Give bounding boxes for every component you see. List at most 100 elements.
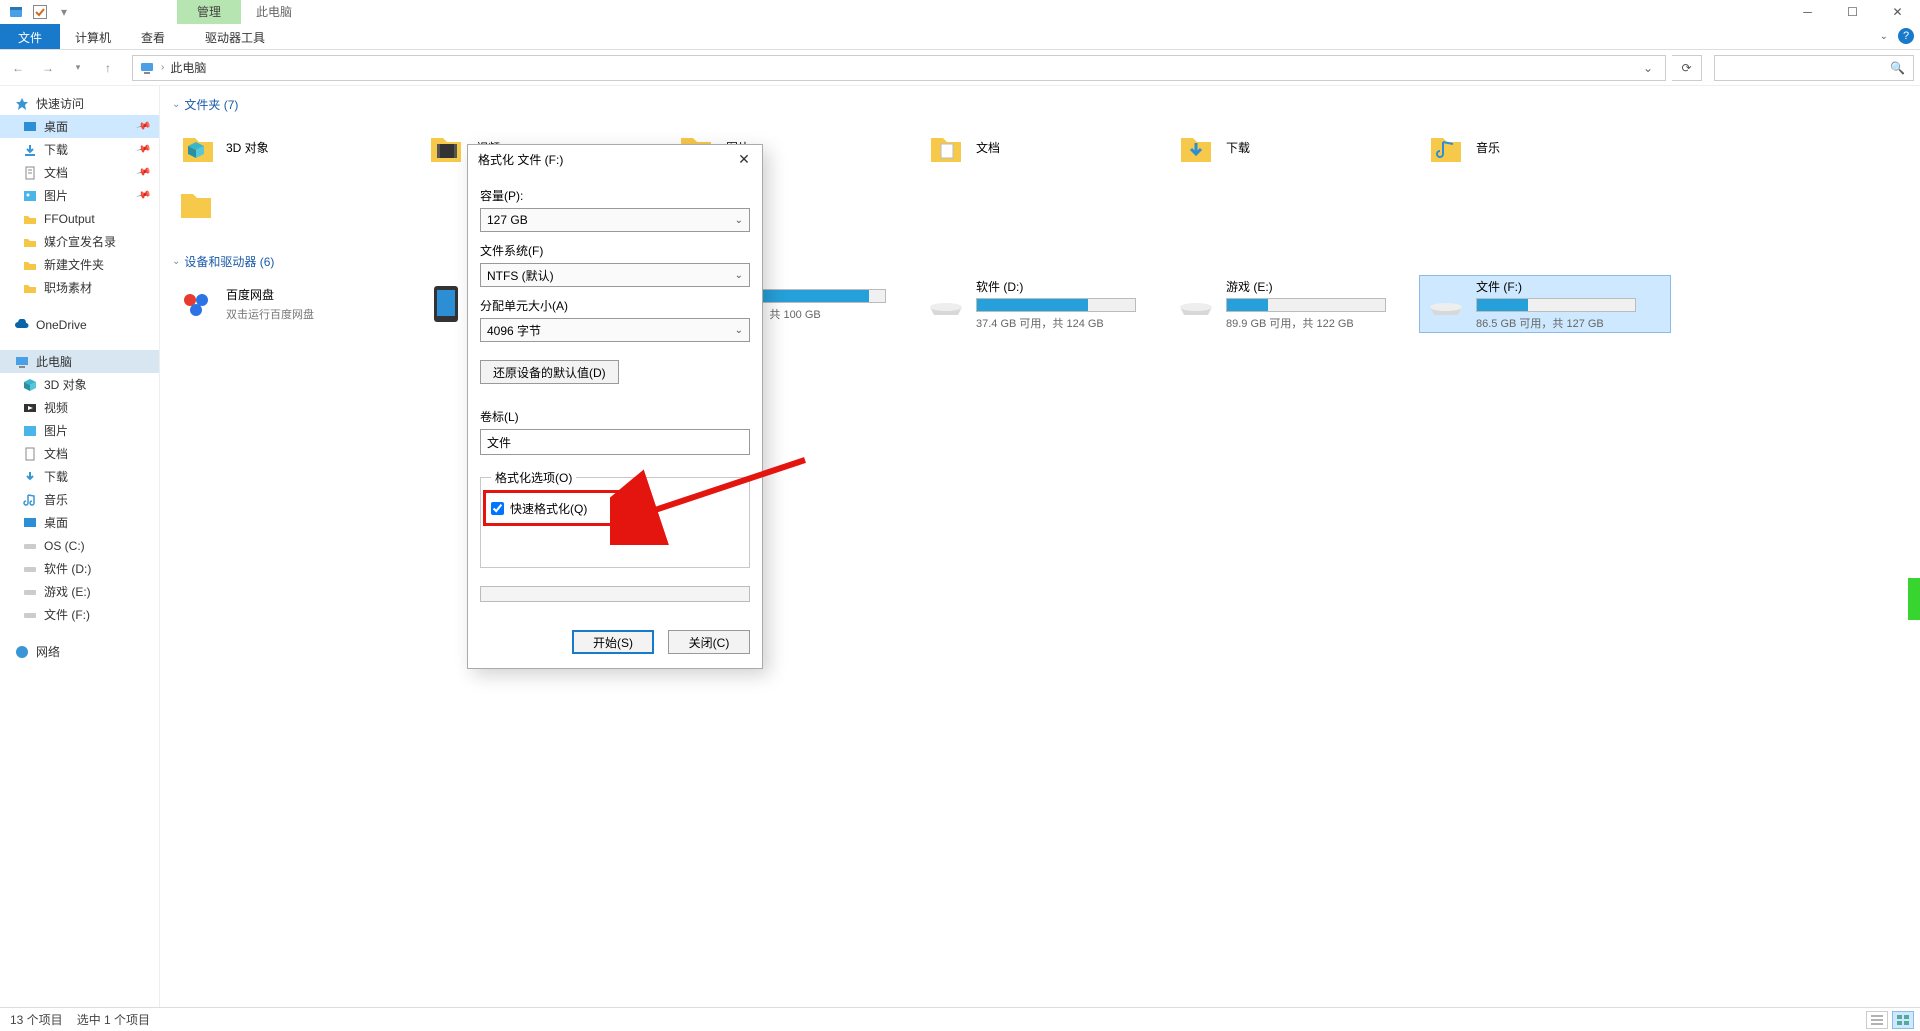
item-label: 音乐 <box>1476 139 1500 156</box>
sidebar-ffoutput[interactable]: FFOutput <box>0 207 159 230</box>
sidebar-item-label: 软件 (D:) <box>44 560 91 577</box>
group-header-drives[interactable]: ⌄ 设备和驱动器 (6) <box>170 251 1910 276</box>
dropdown-icon[interactable]: ▾ <box>56 4 72 20</box>
sidebar-drive-c[interactable]: OS (C:) <box>0 534 159 557</box>
maximize-button[interactable]: ☐ <box>1830 0 1875 24</box>
search-box[interactable]: 🔍 <box>1714 55 1914 81</box>
drive-icon <box>22 538 38 554</box>
volume-label-input[interactable]: 文件 <box>480 429 750 455</box>
drive-baidu[interactable]: 百度网盘 双击运行百度网盘 <box>170 276 420 332</box>
sidebar-drive-e[interactable]: 游戏 (E:) <box>0 580 159 603</box>
sidebar-item-label: 3D 对象 <box>44 376 87 393</box>
sidebar-desktop[interactable]: 桌面 📌 <box>0 115 159 138</box>
combo-value: NTFS (默认) <box>487 267 554 284</box>
allocation-combobox[interactable]: 4096 字节 ⌄ <box>480 318 750 342</box>
checkbox-icon[interactable] <box>32 4 48 20</box>
address-dropdown-icon[interactable]: ⌄ <box>1637 61 1659 75</box>
group-label: 设备和驱动器 (6) <box>184 253 274 270</box>
folder-3d-objects[interactable]: 3D 对象 <box>170 119 420 175</box>
sidebar-videos[interactable]: 视频 <box>0 396 159 419</box>
sidebar-onedrive[interactable]: OneDrive <box>0 313 159 336</box>
close-dialog-button[interactable]: 关闭(C) <box>668 630 750 654</box>
status-bar: 13 个项目 选中 1 个项目 <box>0 1007 1920 1031</box>
address-bar[interactable]: › 此电脑 ⌄ <box>132 55 1666 81</box>
recent-dropdown-icon[interactable]: ▾ <box>66 56 90 80</box>
sidebar-desktop2[interactable]: 桌面 <box>0 511 159 534</box>
sidebar-workplace[interactable]: 职场素材 <box>0 276 159 299</box>
folder-documents[interactable]: 文档 <box>920 119 1170 175</box>
back-button[interactable]: ← <box>6 56 30 80</box>
up-button[interactable]: ↑ <box>96 56 120 80</box>
start-button[interactable]: 开始(S) <box>572 630 654 654</box>
item-sublabel: 双击运行百度网盘 <box>226 306 414 322</box>
pc-icon <box>139 60 155 76</box>
chevron-down-icon: ⌄ <box>735 270 743 281</box>
sidebar-item-label: 下载 <box>44 141 68 158</box>
checkbox-input[interactable] <box>491 502 504 515</box>
sidebar-downloads[interactable]: 下载 📌 <box>0 138 159 161</box>
folder-hidden-behind-dialog[interactable] <box>170 175 420 231</box>
desktop-icon <box>22 515 38 531</box>
ribbon-collapse-icon[interactable]: ⌄ <box>1880 31 1888 42</box>
details-view-button[interactable] <box>1866 1011 1888 1029</box>
navigation-pane: 快速访问 桌面 📌 下载 📌 文档 📌 图片 📌 FFOutput <box>0 86 160 1007</box>
sidebar-item-label: 图片 <box>44 422 68 439</box>
sidebar-pictures[interactable]: 图片 📌 <box>0 184 159 207</box>
sidebar-item-label: 网络 <box>36 643 60 660</box>
drive-f[interactable]: 文件 (F:) 86.5 GB 可用，共 127 GB <box>1420 276 1670 332</box>
capacity-combobox[interactable]: 127 GB ⌄ <box>480 208 750 232</box>
sidebar-pictures2[interactable]: 图片 <box>0 419 159 442</box>
sidebar-downloads2[interactable]: 下载 <box>0 465 159 488</box>
view-tab[interactable]: 查看 <box>126 24 180 49</box>
chevron-down-icon: ⌄ <box>172 256 180 267</box>
drive-icon <box>22 561 38 577</box>
volume-label: 卷标(L) <box>480 408 750 425</box>
quick-format-checkbox[interactable]: 快速格式化(Q) <box>491 500 739 517</box>
item-label: 文档 <box>976 139 1000 156</box>
sidebar-item-label: 职场素材 <box>44 279 92 296</box>
item-label: 游戏 (E:) <box>1226 278 1414 295</box>
computer-tab[interactable]: 计算机 <box>60 24 126 49</box>
sidebar-item-label: 视频 <box>44 399 68 416</box>
format-options-group: 格式化选项(O) 快速格式化(Q) <box>480 469 750 568</box>
dialog-titlebar[interactable]: 格式化 文件 (F:) ✕ <box>468 145 762 173</box>
sidebar-documents[interactable]: 文档 📌 <box>0 161 159 184</box>
filesystem-combobox[interactable]: NTFS (默认) ⌄ <box>480 263 750 287</box>
picture-icon <box>22 423 38 439</box>
sidebar-drive-f[interactable]: 文件 (F:) <box>0 603 159 626</box>
breadcrumb-this-pc[interactable]: 此电脑 <box>170 59 206 76</box>
folder-music[interactable]: 音乐 <box>1420 119 1670 175</box>
item-label: 3D 对象 <box>226 139 269 156</box>
icons-view-button[interactable] <box>1892 1011 1914 1029</box>
close-button[interactable]: ✕ <box>734 151 754 168</box>
breadcrumb-separator-icon[interactable]: › <box>161 62 164 73</box>
contextual-tab-manage[interactable]: 管理 <box>177 0 241 24</box>
restore-defaults-button[interactable]: 还原设备的默认值(D) <box>480 360 619 384</box>
sidebar-item-label: 此电脑 <box>36 353 72 370</box>
drive-d[interactable]: 软件 (D:) 37.4 GB 可用，共 124 GB <box>920 276 1170 332</box>
sidebar-newfolder[interactable]: 新建文件夹 <box>0 253 159 276</box>
drive-icon <box>1176 284 1216 324</box>
sidebar-quick-access[interactable]: 快速访问 <box>0 92 159 115</box>
minimize-button[interactable]: ─ <box>1785 0 1830 24</box>
filesystem-label: 文件系统(F) <box>480 242 750 259</box>
sidebar-music[interactable]: 音乐 <box>0 488 159 511</box>
folder-downloads[interactable]: 下载 <box>1170 119 1420 175</box>
drive-tools-tab[interactable]: 驱动器工具 <box>190 24 280 49</box>
sidebar-item-label: 媒介宣发名录 <box>44 233 116 250</box>
close-window-button[interactable]: ✕ <box>1875 0 1920 24</box>
forward-button[interactable]: → <box>36 56 60 80</box>
sidebar-this-pc[interactable]: 此电脑 <box>0 350 159 373</box>
refresh-button[interactable]: ⟳ <box>1672 55 1702 81</box>
file-tab[interactable]: 文件 <box>0 24 60 49</box>
group-header-folders[interactable]: ⌄ 文件夹 (7) <box>170 94 1910 119</box>
sidebar-documents2[interactable]: 文档 <box>0 442 159 465</box>
sidebar-network[interactable]: 网络 <box>0 640 159 663</box>
ribbon: 文件 计算机 查看 驱动器工具 ⌄ ? <box>0 24 1920 50</box>
sidebar-3d-objects[interactable]: 3D 对象 <box>0 373 159 396</box>
capacity-bar <box>1226 298 1386 312</box>
drive-e[interactable]: 游戏 (E:) 89.9 GB 可用，共 122 GB <box>1170 276 1420 332</box>
sidebar-drive-d[interactable]: 软件 (D:) <box>0 557 159 580</box>
help-icon[interactable]: ? <box>1898 28 1914 44</box>
sidebar-media[interactable]: 媒介宣发名录 <box>0 230 159 253</box>
